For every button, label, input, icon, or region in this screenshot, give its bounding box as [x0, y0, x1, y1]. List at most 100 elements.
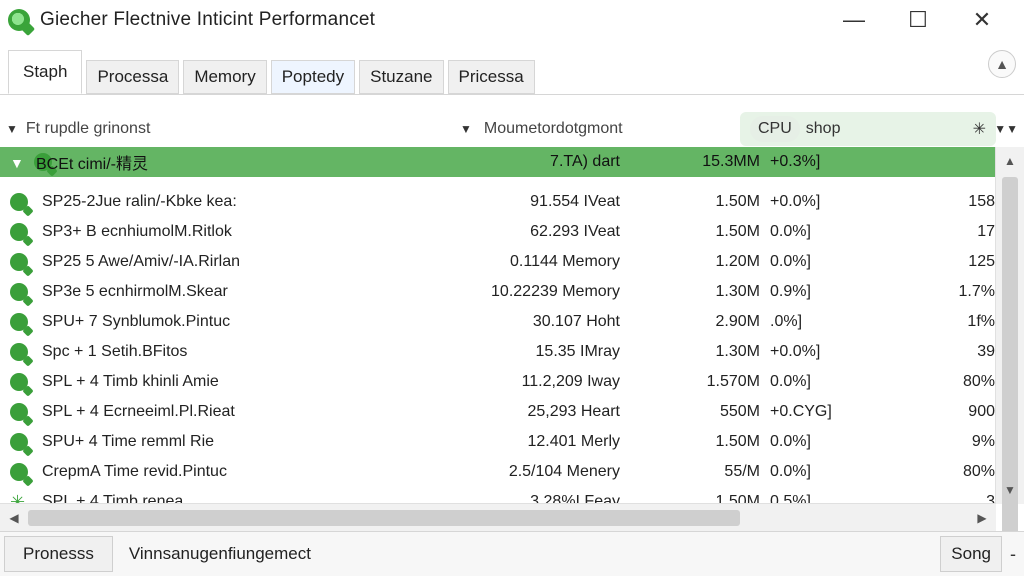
- process-val: 25,293 Heart: [527, 403, 620, 420]
- process-icon: [10, 223, 28, 241]
- status-right: Song -: [940, 532, 1016, 576]
- process-cpu: +0.0%]: [770, 193, 821, 210]
- table-row[interactable]: CrepmA Time revid.Pintuc 2.5/104 Menery …: [0, 457, 996, 487]
- horizontal-scrollbar[interactable]: ◀ ▶: [0, 503, 996, 532]
- status-dash: -: [1010, 543, 1016, 564]
- process-icon: [10, 337, 30, 367]
- table-row[interactable]: SP3+ B ecnhiumolM.Ritlok 62.293 IVeat 1.…: [0, 217, 996, 247]
- process-val: 15.35 IMray: [535, 343, 620, 360]
- scroll-left-icon[interactable]: ◀: [0, 504, 28, 532]
- process-last: 900: [968, 403, 995, 420]
- process-icon: [10, 313, 28, 331]
- process-icon: [10, 433, 28, 451]
- process-val: 11.2,209 Iway: [521, 373, 620, 390]
- process-icon: [10, 373, 28, 391]
- process-last: 17: [977, 223, 995, 240]
- group-mem: 15.3MM: [702, 153, 760, 170]
- cpu-chip[interactable]: CPU: [750, 116, 800, 142]
- process-icon: [10, 343, 28, 361]
- header-menu-chevron[interactable]: ▼▼: [994, 111, 1018, 147]
- table-row[interactable]: SPL + 4 Timb khinli Amie 11.2,209 Iway 1…: [0, 367, 996, 397]
- scroll-down-icon[interactable]: ▼: [996, 476, 1024, 504]
- header-left[interactable]: ▼ Ft rupdle grinonst: [6, 111, 150, 147]
- minimize-button[interactable]: —: [822, 0, 886, 40]
- table-row[interactable]: SP25-2Jue ralin/-Kbke kea: 91.554 IVeat …: [0, 187, 996, 217]
- group-chevron[interactable]: ▼: [10, 147, 30, 177]
- process-mem: 1.20M: [715, 253, 760, 270]
- vertical-scrollbar[interactable]: ▲ ▼: [995, 147, 1024, 537]
- process-last: 80%: [962, 463, 995, 480]
- process-cpu: 0.0%]: [770, 373, 811, 390]
- table-row[interactable]: SPU+ 7 Synblumok.Pintuc 30.107 Hoht 2.90…: [0, 307, 996, 337]
- maximize-button[interactable]: ☐: [886, 0, 950, 40]
- process-mem: 1.50M: [715, 223, 760, 240]
- process-cpu: 0.0%]: [770, 433, 811, 450]
- table-row[interactable]: SP25 5 Awe/Amiv/-IA.Rirlan 0.1144 Memory…: [0, 247, 996, 277]
- scroll-up-icon[interactable]: ▲: [996, 147, 1024, 175]
- process-icon: [10, 247, 30, 277]
- process-name: SPU+ 7 Synblumok.Pintuc: [42, 313, 231, 330]
- process-last: 39: [977, 343, 995, 360]
- asterisk-icon[interactable]: ✳: [973, 119, 986, 139]
- tab-staph[interactable]: Staph: [8, 50, 83, 94]
- status-bar: Pronesss Vinnsanugenfiungemect Song -: [0, 531, 1024, 576]
- process-mem: 1.50M: [715, 193, 760, 210]
- process-icon: [10, 283, 28, 301]
- process-icon: [10, 277, 30, 307]
- processes-button[interactable]: Pronesss: [4, 536, 113, 572]
- process-val: 0.1144 Memory: [510, 253, 620, 270]
- process-val: 12.401 Merly: [527, 433, 621, 450]
- process-cpu: +0.CYG]: [770, 403, 832, 420]
- collapse-up-icon[interactable]: ▲: [988, 50, 1016, 78]
- process-mem: 2.90M: [715, 313, 760, 330]
- process-last: 9%: [971, 433, 995, 450]
- tab-poptedy[interactable]: Poptedy: [270, 60, 356, 94]
- process-icon: [10, 193, 28, 211]
- process-val: 10.22239 Memory: [491, 283, 620, 300]
- process-val: 2.5/104 Menery: [508, 463, 620, 480]
- header-right: CPU shop ✳: [740, 111, 996, 147]
- tab-stuzane[interactable]: Stuzane: [359, 60, 444, 94]
- group-row[interactable]: ▼ BCEt cimi/-精灵 7.TA) dart 15.3MM +0.3%]: [0, 147, 996, 177]
- process-val: 91.554 IVeat: [530, 193, 620, 210]
- process-last: 125: [968, 253, 995, 270]
- process-name: SP3e 5 ecnhirmolM.Skear: [42, 283, 228, 300]
- process-table-area: ▼ Ft rupdle grinonst ▼ Moumetordotgmont …: [0, 94, 1024, 537]
- header-left-label: Ft rupdle grinonst: [25, 120, 151, 137]
- scroll-right-icon[interactable]: ▶: [968, 504, 996, 532]
- process-name: SP25 5 Awe/Amiv/-IA.Rirlan: [42, 253, 241, 270]
- close-button[interactable]: ✕: [950, 0, 1014, 40]
- tab-processa[interactable]: Processa: [86, 60, 180, 94]
- process-table: ▼ BCEt cimi/-精灵 7.TA) dart 15.3MM +0.3%]…: [0, 147, 996, 512]
- table-row[interactable]: SP3e 5 ecnhirmolM.Skear 10.22239 Memory …: [0, 277, 996, 307]
- process-name: Spc + 1 Setih.BFitos: [42, 343, 188, 360]
- process-last: 1.7%: [958, 283, 995, 300]
- group-cpu: +0.3%]: [770, 153, 821, 170]
- cpu-filter-field[interactable]: CPU shop ✳: [740, 112, 996, 146]
- tab-memory[interactable]: Memory: [183, 60, 267, 94]
- table-header: ▼ Ft rupdle grinonst ▼ Moumetordotgmont …: [0, 111, 1024, 147]
- horizontal-scroll-thumb[interactable]: [28, 510, 740, 526]
- chevron-down-icon: ▼▼: [994, 122, 1018, 136]
- app-window: Giecher Flectnive Inticint Performancet …: [0, 0, 1024, 576]
- process-cpu: 0.0%]: [770, 223, 811, 240]
- process-mem: 1.30M: [715, 343, 760, 360]
- chevron-down-icon: ▼: [6, 122, 18, 136]
- song-button[interactable]: Song: [940, 536, 1002, 572]
- process-cpu: 0.0%]: [770, 253, 811, 270]
- process-icon: [10, 367, 30, 397]
- process-last: 80%: [962, 373, 995, 390]
- table-row[interactable]: SPU+ 4 Time remml Rie 12.401 Merly 1.50M…: [0, 427, 996, 457]
- process-icon: [10, 427, 30, 457]
- group-val: 7.TA) dart: [550, 153, 620, 170]
- window-title: Giecher Flectnive Inticint Performancet: [40, 9, 376, 30]
- process-cpu: +0.0%]: [770, 343, 821, 360]
- tab-pricessa[interactable]: Pricessa: [447, 60, 535, 94]
- process-last: 1f%: [967, 313, 995, 330]
- process-icon: [10, 457, 30, 487]
- process-name: SP3+ B ecnhiumolM.Ritlok: [42, 223, 232, 240]
- header-mid[interactable]: ▼ Moumetordotgmont: [460, 111, 623, 147]
- chevron-down-icon: ▼: [460, 122, 472, 136]
- table-row[interactable]: SPL + 4 Ecrneeiml.Pl.Rieat 25,293 Heart …: [0, 397, 996, 427]
- table-row[interactable]: Spc + 1 Setih.BFitos 15.35 IMray 1.30M +…: [0, 337, 996, 367]
